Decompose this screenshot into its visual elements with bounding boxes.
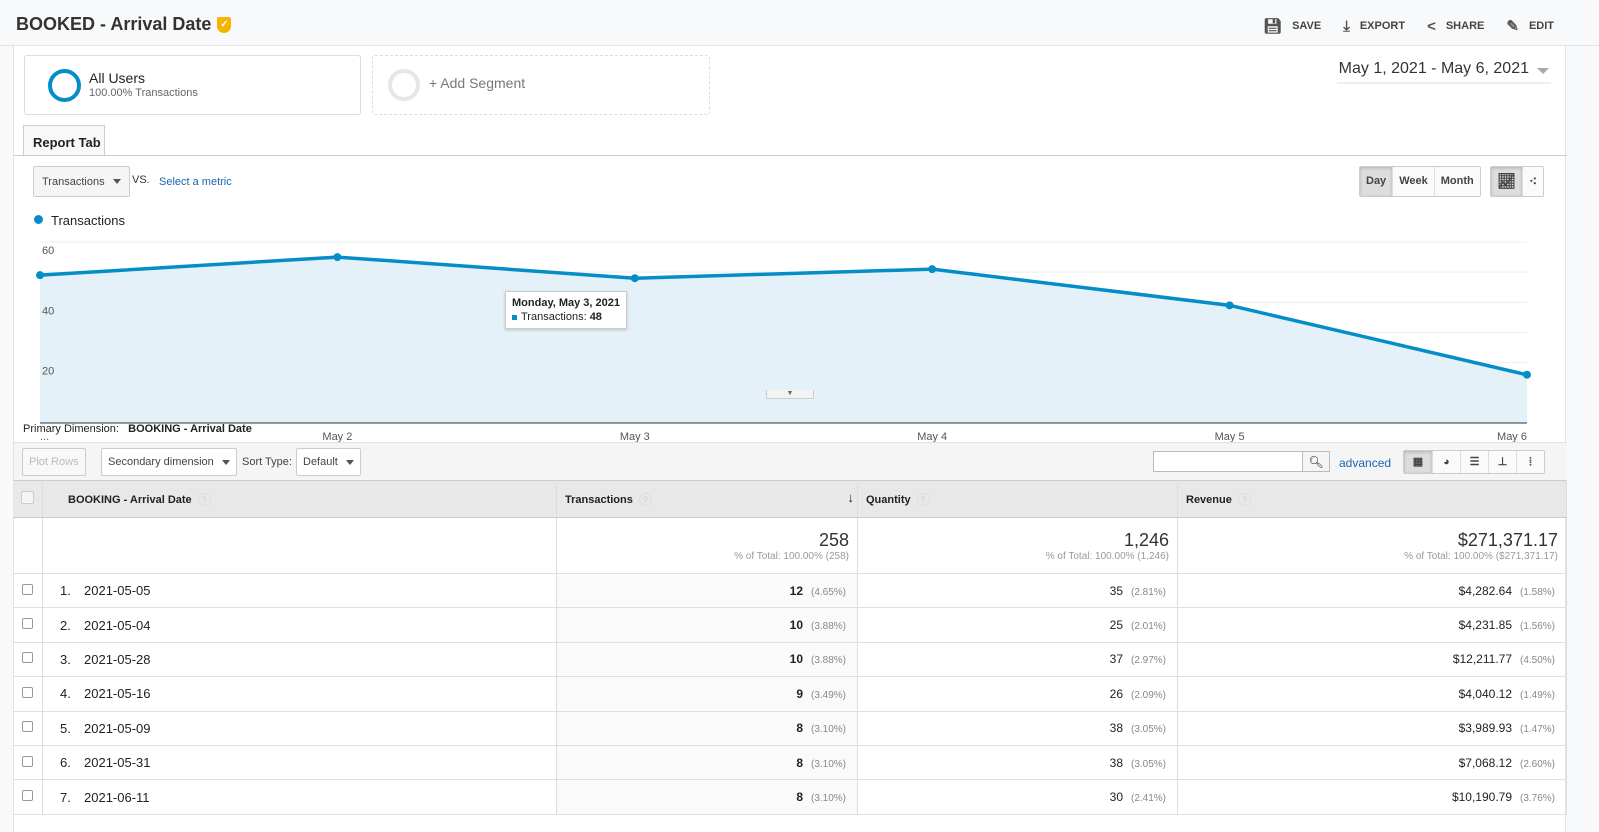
chart-tooltip: Monday, May 3, 2021 Transactions: 48: [505, 291, 628, 329]
export-button[interactable]: ⤓ EXPORT: [1343, 17, 1405, 35]
segment-all-users[interactable]: All Users 100.00% Transactions: [24, 55, 361, 115]
primary-dimension: Primary Dimension: BOOKING - Arrival Dat…: [23, 423, 252, 435]
share-icon: <: [1427, 17, 1436, 35]
day-button[interactable]: Day: [1360, 167, 1393, 196]
pie-chart-icon[interactable]: ◕: [1432, 451, 1460, 473]
select-all-checkbox[interactable]: [21, 491, 34, 504]
row-checkbox[interactable]: [22, 618, 33, 630]
help-icon[interactable]: ?: [638, 492, 652, 506]
row-checkbox[interactable]: [22, 755, 33, 767]
table-row: 1. 2021-05-05 12 (4.65%) 35 (2.81%) $4,282.…: [13, 573, 1567, 609]
month-button[interactable]: Month: [1433, 167, 1480, 196]
select-metric-link[interactable]: Select a metric: [159, 176, 232, 188]
transactions-chart: 204060... May 2 May 3 May 4 May 5 May 6: [34, 241, 1533, 445]
data-point: [928, 265, 937, 274]
totals-row: 258% of Total: 100.00% (258) 1,246% of T…: [13, 517, 1567, 574]
edit-icon: ✎: [1506, 18, 1519, 35]
row-checkbox[interactable]: [22, 790, 33, 802]
edit-button[interactable]: ✎ EDIT: [1506, 17, 1554, 35]
y-tick-label: 60: [42, 245, 54, 257]
report-body: All Users 100.00% Transactions + Add Seg…: [13, 46, 1567, 832]
column-header-transactions[interactable]: Transactions? ↓: [556, 480, 858, 518]
sort-desc-arrow-icon: ↓: [847, 490, 855, 505]
advanced-link[interactable]: advanced: [1339, 456, 1391, 470]
column-header-quantity[interactable]: Quantity?: [857, 480, 1178, 518]
row-checkbox[interactable]: [22, 652, 33, 664]
caret-down-icon: [345, 459, 354, 469]
total-revenue: $271,371.17% of Total: 100.00% ($271,371…: [1177, 517, 1567, 574]
row-date-link[interactable]: 2021-05-04: [84, 618, 151, 633]
total-transactions: 258% of Total: 100.00% (258): [556, 517, 858, 574]
verified-shield-icon: ✓: [217, 16, 232, 33]
report-title: BOOKED - Arrival Date ✓: [16, 14, 232, 35]
comparison-icon[interactable]: ⊥: [1488, 451, 1516, 473]
table-row: 5. 2021-05-09 8 (3.10%) 38 (3.05%) $3,989.9…: [13, 711, 1567, 746]
plot-rows-button[interactable]: Plot Rows: [22, 448, 86, 476]
line-chart-icon[interactable]: 📈︎: [1491, 167, 1523, 196]
tab-report[interactable]: Report Tab: [23, 125, 105, 156]
row-date-link[interactable]: 2021-05-09: [84, 721, 151, 736]
granularity-group: Day Week Month: [1359, 166, 1481, 197]
save-icon: 💾︎: [1263, 18, 1283, 35]
legend-dot-icon: [34, 215, 43, 224]
search-icon[interactable]: 🔍︎: [1303, 451, 1330, 472]
help-icon[interactable]: ?: [916, 492, 930, 506]
header-actions: 💾︎ SAVE ⤓ EXPORT < SHARE ✎ EDIT: [1263, 17, 1554, 36]
data-point: [1523, 370, 1531, 379]
table-row: 3. 2021-05-28 10 (3.88%) 37 (2.97%) $12,211…: [13, 642, 1567, 678]
performance-icon[interactable]: ☰: [1460, 451, 1488, 473]
table-row: 6. 2021-05-31 8 (3.10%) 38 (3.05%) $7,068.1…: [13, 745, 1567, 781]
metric-selector[interactable]: Transactions: [33, 166, 130, 197]
row-date-link[interactable]: 2021-05-05: [84, 583, 151, 598]
row-date-link[interactable]: 2021-06-11: [84, 790, 150, 805]
date-range-picker[interactable]: May 1, 2021 - May 6, 2021: [1336, 58, 1551, 84]
table-row: 4. 2021-05-16 9 (3.49%) 26 (2.09%) $4,040.1…: [13, 676, 1567, 712]
row-date-link[interactable]: 2021-05-28: [84, 652, 151, 667]
table-search-input[interactable]: [1153, 451, 1303, 472]
empty-ring-icon: [388, 69, 420, 101]
motion-chart-icon[interactable]: ⁖: [1522, 167, 1544, 196]
row-checkbox[interactable]: [22, 686, 33, 698]
row-date-link[interactable]: 2021-05-16: [84, 686, 151, 701]
y-tick-label: 40: [42, 305, 54, 317]
report-header: BOOKED - Arrival Date ✓ 💾︎ SAVE ⤓ EXPORT < S…: [0, 0, 1599, 46]
help-icon[interactable]: ?: [197, 492, 211, 506]
y-tick-label: 20: [42, 366, 54, 378]
segment-ring-icon: [48, 69, 81, 102]
row-checkbox[interactable]: [22, 583, 33, 595]
pivot-icon[interactable]: ⦙: [1516, 451, 1544, 473]
save-button[interactable]: 💾︎ SAVE: [1263, 17, 1321, 35]
table-toolbar: Plot Rows Secondary dimension Sort Type:…: [14, 442, 1567, 480]
table-row: 7. 2021-06-11 8 (3.10%) 30 (2.41%) $10,190.…: [13, 779, 1567, 815]
table-view-group: ▦ ◕ ☰ ⊥ ⦙: [1403, 450, 1545, 474]
data-table: BOOKING - Arrival Date? Transactions? ↓ Q…: [13, 480, 1567, 815]
chart-type-group: 📈︎ ⁖: [1490, 166, 1545, 197]
week-button[interactable]: Week: [1392, 167, 1434, 196]
table-row: 2. 2021-05-04 10 (3.88%) 25 (2.01%) $4,231.…: [13, 607, 1567, 643]
data-point: [36, 271, 44, 280]
column-header-date[interactable]: BOOKING - Arrival Date?: [42, 480, 557, 518]
data-point: [333, 253, 342, 262]
row-checkbox[interactable]: [22, 721, 33, 733]
series-square-icon: [512, 314, 517, 320]
chart-collapse-handle[interactable]: ▼: [766, 390, 814, 399]
sort-type-dropdown[interactable]: Default: [296, 448, 361, 476]
help-icon[interactable]: ?: [1237, 492, 1251, 506]
data-point: [1225, 301, 1234, 310]
secondary-dimension-dropdown[interactable]: Secondary dimension: [101, 448, 237, 476]
tab-divider: [14, 155, 1567, 156]
caret-down-icon: [221, 459, 230, 469]
total-quantity: 1,246% of Total: 100.00% (1,246): [857, 517, 1178, 574]
export-icon: ⤓: [1343, 17, 1350, 35]
share-button[interactable]: < SHARE: [1427, 17, 1484, 35]
data-table-icon[interactable]: ▦: [1404, 451, 1432, 473]
row-date-link[interactable]: 2021-05-31: [84, 755, 151, 770]
add-segment-button[interactable]: + Add Segment: [372, 55, 710, 115]
caret-down-icon: [112, 179, 121, 188]
data-point: [630, 274, 639, 283]
column-header-revenue[interactable]: Revenue?: [1177, 480, 1567, 518]
